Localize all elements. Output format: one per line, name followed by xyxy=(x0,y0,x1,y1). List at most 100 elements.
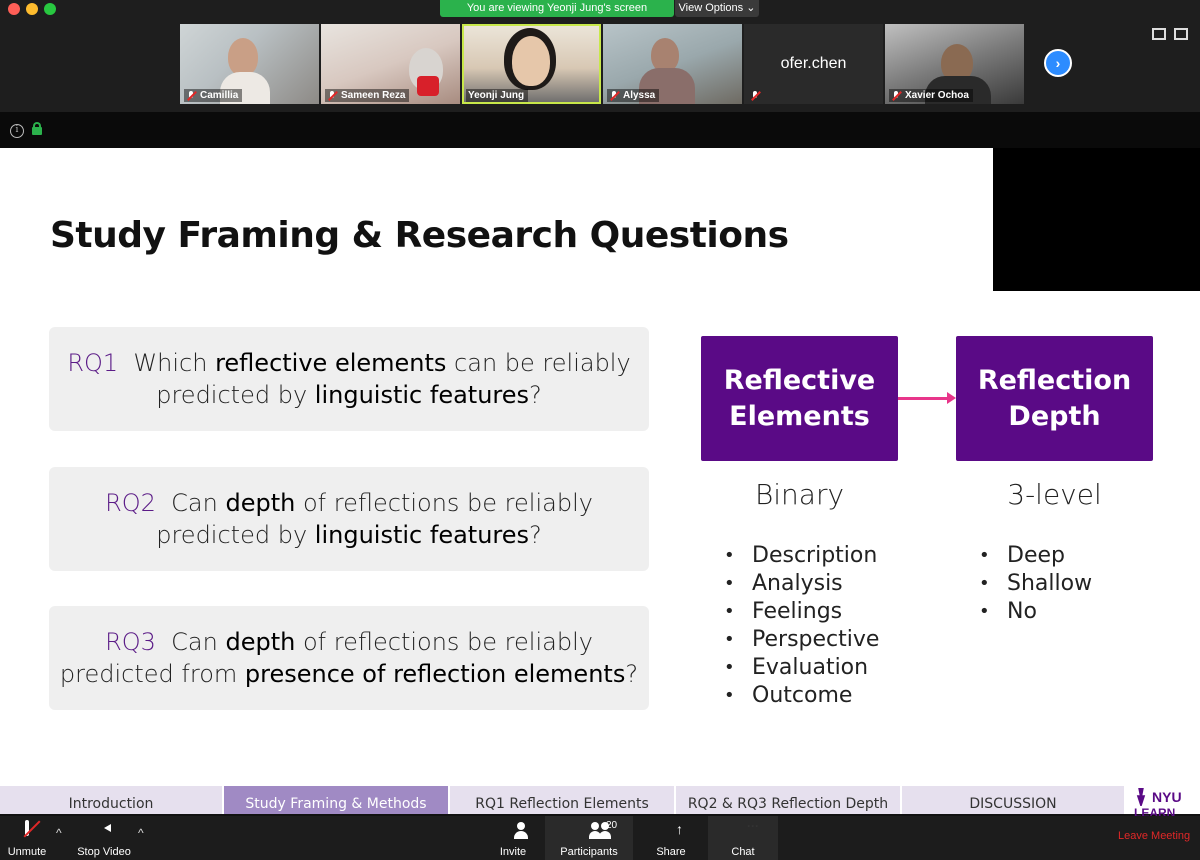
research-question-3: RQ3 Can depth of reflections be reliably… xyxy=(49,606,649,710)
rq-text: ? xyxy=(529,521,542,549)
share-screen-icon xyxy=(645,822,697,844)
slide-black-area xyxy=(993,148,1200,291)
chevron-right-icon[interactable]: › xyxy=(1044,49,1072,77)
chat-button[interactable]: Chat xyxy=(708,816,778,860)
participant-name-tag: Yeonji Jung xyxy=(466,89,529,102)
participant-video xyxy=(228,38,258,76)
participants-label: Participants xyxy=(560,846,618,858)
leave-meeting-button[interactable]: Leave Meeting xyxy=(1118,830,1190,842)
unmute-button[interactable]: Unmute xyxy=(5,816,49,860)
list-item: Outcome xyxy=(714,682,879,710)
participant-name: Camillia xyxy=(200,90,239,101)
rq-text: ? xyxy=(625,660,639,688)
list-item: Deep xyxy=(969,542,1092,570)
muted-mic-icon xyxy=(750,91,760,101)
muted-mic-icon xyxy=(609,90,619,101)
logo-text: NYU xyxy=(1152,789,1182,805)
speaker-view-icon[interactable] xyxy=(1152,28,1166,40)
rq-emphasis: linguistic features xyxy=(314,521,530,549)
section-tab-study-framing[interactable]: Study Framing & Methods xyxy=(224,786,448,814)
rq-label: RQ1 xyxy=(67,349,119,377)
share-screen-button[interactable]: Share xyxy=(645,816,697,860)
chevron-down-icon: ⌄ xyxy=(746,2,756,14)
participants-button[interactable]: 20 Participants xyxy=(545,816,633,860)
view-options-button[interactable]: View Options ⌄ xyxy=(675,0,759,17)
slide-title: Study Framing & Research Questions xyxy=(50,215,789,256)
fullscreen-icon[interactable] xyxy=(1174,28,1188,40)
section-tab-rq1[interactable]: RQ1 Reflection Elements xyxy=(450,786,674,814)
lock-icon[interactable] xyxy=(32,122,42,135)
list-item: Feelings xyxy=(714,598,879,626)
participant-video xyxy=(512,36,550,86)
stop-video-button[interactable]: Stop Video xyxy=(74,816,134,860)
video-tile[interactable]: Alyssa xyxy=(603,24,742,104)
video-tile[interactable]: Camillia xyxy=(180,24,319,104)
participant-name: Sameen Reza xyxy=(341,90,406,101)
meeting-info-strip xyxy=(0,112,1200,148)
muted-mic-icon xyxy=(891,90,901,101)
participant-name: Alyssa xyxy=(623,90,656,101)
add-person-icon xyxy=(493,822,533,844)
torch-icon xyxy=(1136,788,1146,806)
video-gallery: Camillia Sameen Reza Yeonji Jung Alyssa … xyxy=(180,24,1024,104)
rq-text: ? xyxy=(529,381,542,409)
reflective-elements-box: Reflective Elements xyxy=(701,336,898,461)
stop-video-label: Stop Video xyxy=(77,846,131,858)
section-tab-discussion[interactable]: DISCUSSION xyxy=(902,786,1124,814)
video-tile-active-speaker[interactable]: Yeonji Jung xyxy=(462,24,601,104)
list-item: Perspective xyxy=(714,626,879,654)
reflective-elements-list: Description Analysis Feelings Perspectiv… xyxy=(714,542,879,710)
view-options-label: View Options xyxy=(678,2,744,14)
minimize-window-button[interactable] xyxy=(26,3,38,15)
box-line: Elements xyxy=(729,400,870,432)
box-line: Reflection xyxy=(977,364,1132,396)
maximize-window-button[interactable] xyxy=(44,3,56,15)
rq-text: Which xyxy=(133,349,208,377)
rq-emphasis: depth xyxy=(225,489,296,517)
video-camera-icon xyxy=(74,822,134,844)
participants-icon xyxy=(545,822,633,844)
zoom-window: You are viewing Yeonji Jung's screen Vie… xyxy=(0,0,1200,860)
close-window-button[interactable] xyxy=(8,3,20,15)
layout-controls xyxy=(1152,28,1188,40)
video-tile-no-video[interactable]: ofer.chen xyxy=(744,24,883,104)
section-tab-rq2-rq3[interactable]: RQ2 & RQ3 Reflection Depth xyxy=(676,786,900,814)
list-item: No xyxy=(969,598,1092,626)
muted-mic-icon xyxy=(186,90,196,101)
chevron-up-icon[interactable]: ^ xyxy=(56,826,62,840)
box-line: Reflective xyxy=(723,364,876,396)
list-item: Shallow xyxy=(969,570,1092,598)
nyu-learn-logo: NYU LEARN xyxy=(1134,786,1194,820)
chat-label: Chat xyxy=(731,846,755,858)
section-tab-introduction[interactable]: Introduction xyxy=(0,786,222,814)
box-line: Depth xyxy=(1008,400,1101,432)
participant-video xyxy=(651,38,679,72)
participant-name-tag xyxy=(748,90,764,102)
participant-video-cup xyxy=(417,76,439,96)
binary-label: Binary xyxy=(754,478,845,511)
share-label: Share xyxy=(656,846,686,858)
info-icon[interactable]: i xyxy=(10,124,24,138)
window-controls xyxy=(8,3,56,15)
rq-emphasis: reflective elements xyxy=(215,349,447,377)
three-level-label: 3-level xyxy=(1007,478,1102,511)
arrow-right-icon xyxy=(898,392,956,404)
rq-emphasis: depth xyxy=(225,628,296,656)
list-item: Evaluation xyxy=(714,654,879,682)
participant-name-tag: Xavier Ochoa xyxy=(889,89,973,102)
chevron-up-icon[interactable]: ^ xyxy=(138,826,144,840)
rq-label: RQ2 xyxy=(105,489,156,517)
participant-name-tag: Alyssa xyxy=(607,89,660,102)
participant-name-tag: Camillia xyxy=(184,89,243,102)
invite-button[interactable]: Invite xyxy=(493,816,533,860)
research-question-1: RQ1 Which reflective elements can be rel… xyxy=(49,327,649,431)
rq-text: Can xyxy=(171,489,218,517)
participants-count-badge: 20 xyxy=(606,820,618,831)
video-tile[interactable]: Xavier Ochoa xyxy=(885,24,1024,104)
video-tile[interactable]: Sameen Reza xyxy=(321,24,460,104)
list-item: Description xyxy=(714,542,879,570)
research-question-2: RQ2 Can depth of reflections be reliably… xyxy=(49,467,649,571)
unmute-label: Unmute xyxy=(7,846,47,858)
rq-emphasis: presence of reflection elements xyxy=(244,660,626,688)
participant-name: Xavier Ochoa xyxy=(905,90,969,101)
